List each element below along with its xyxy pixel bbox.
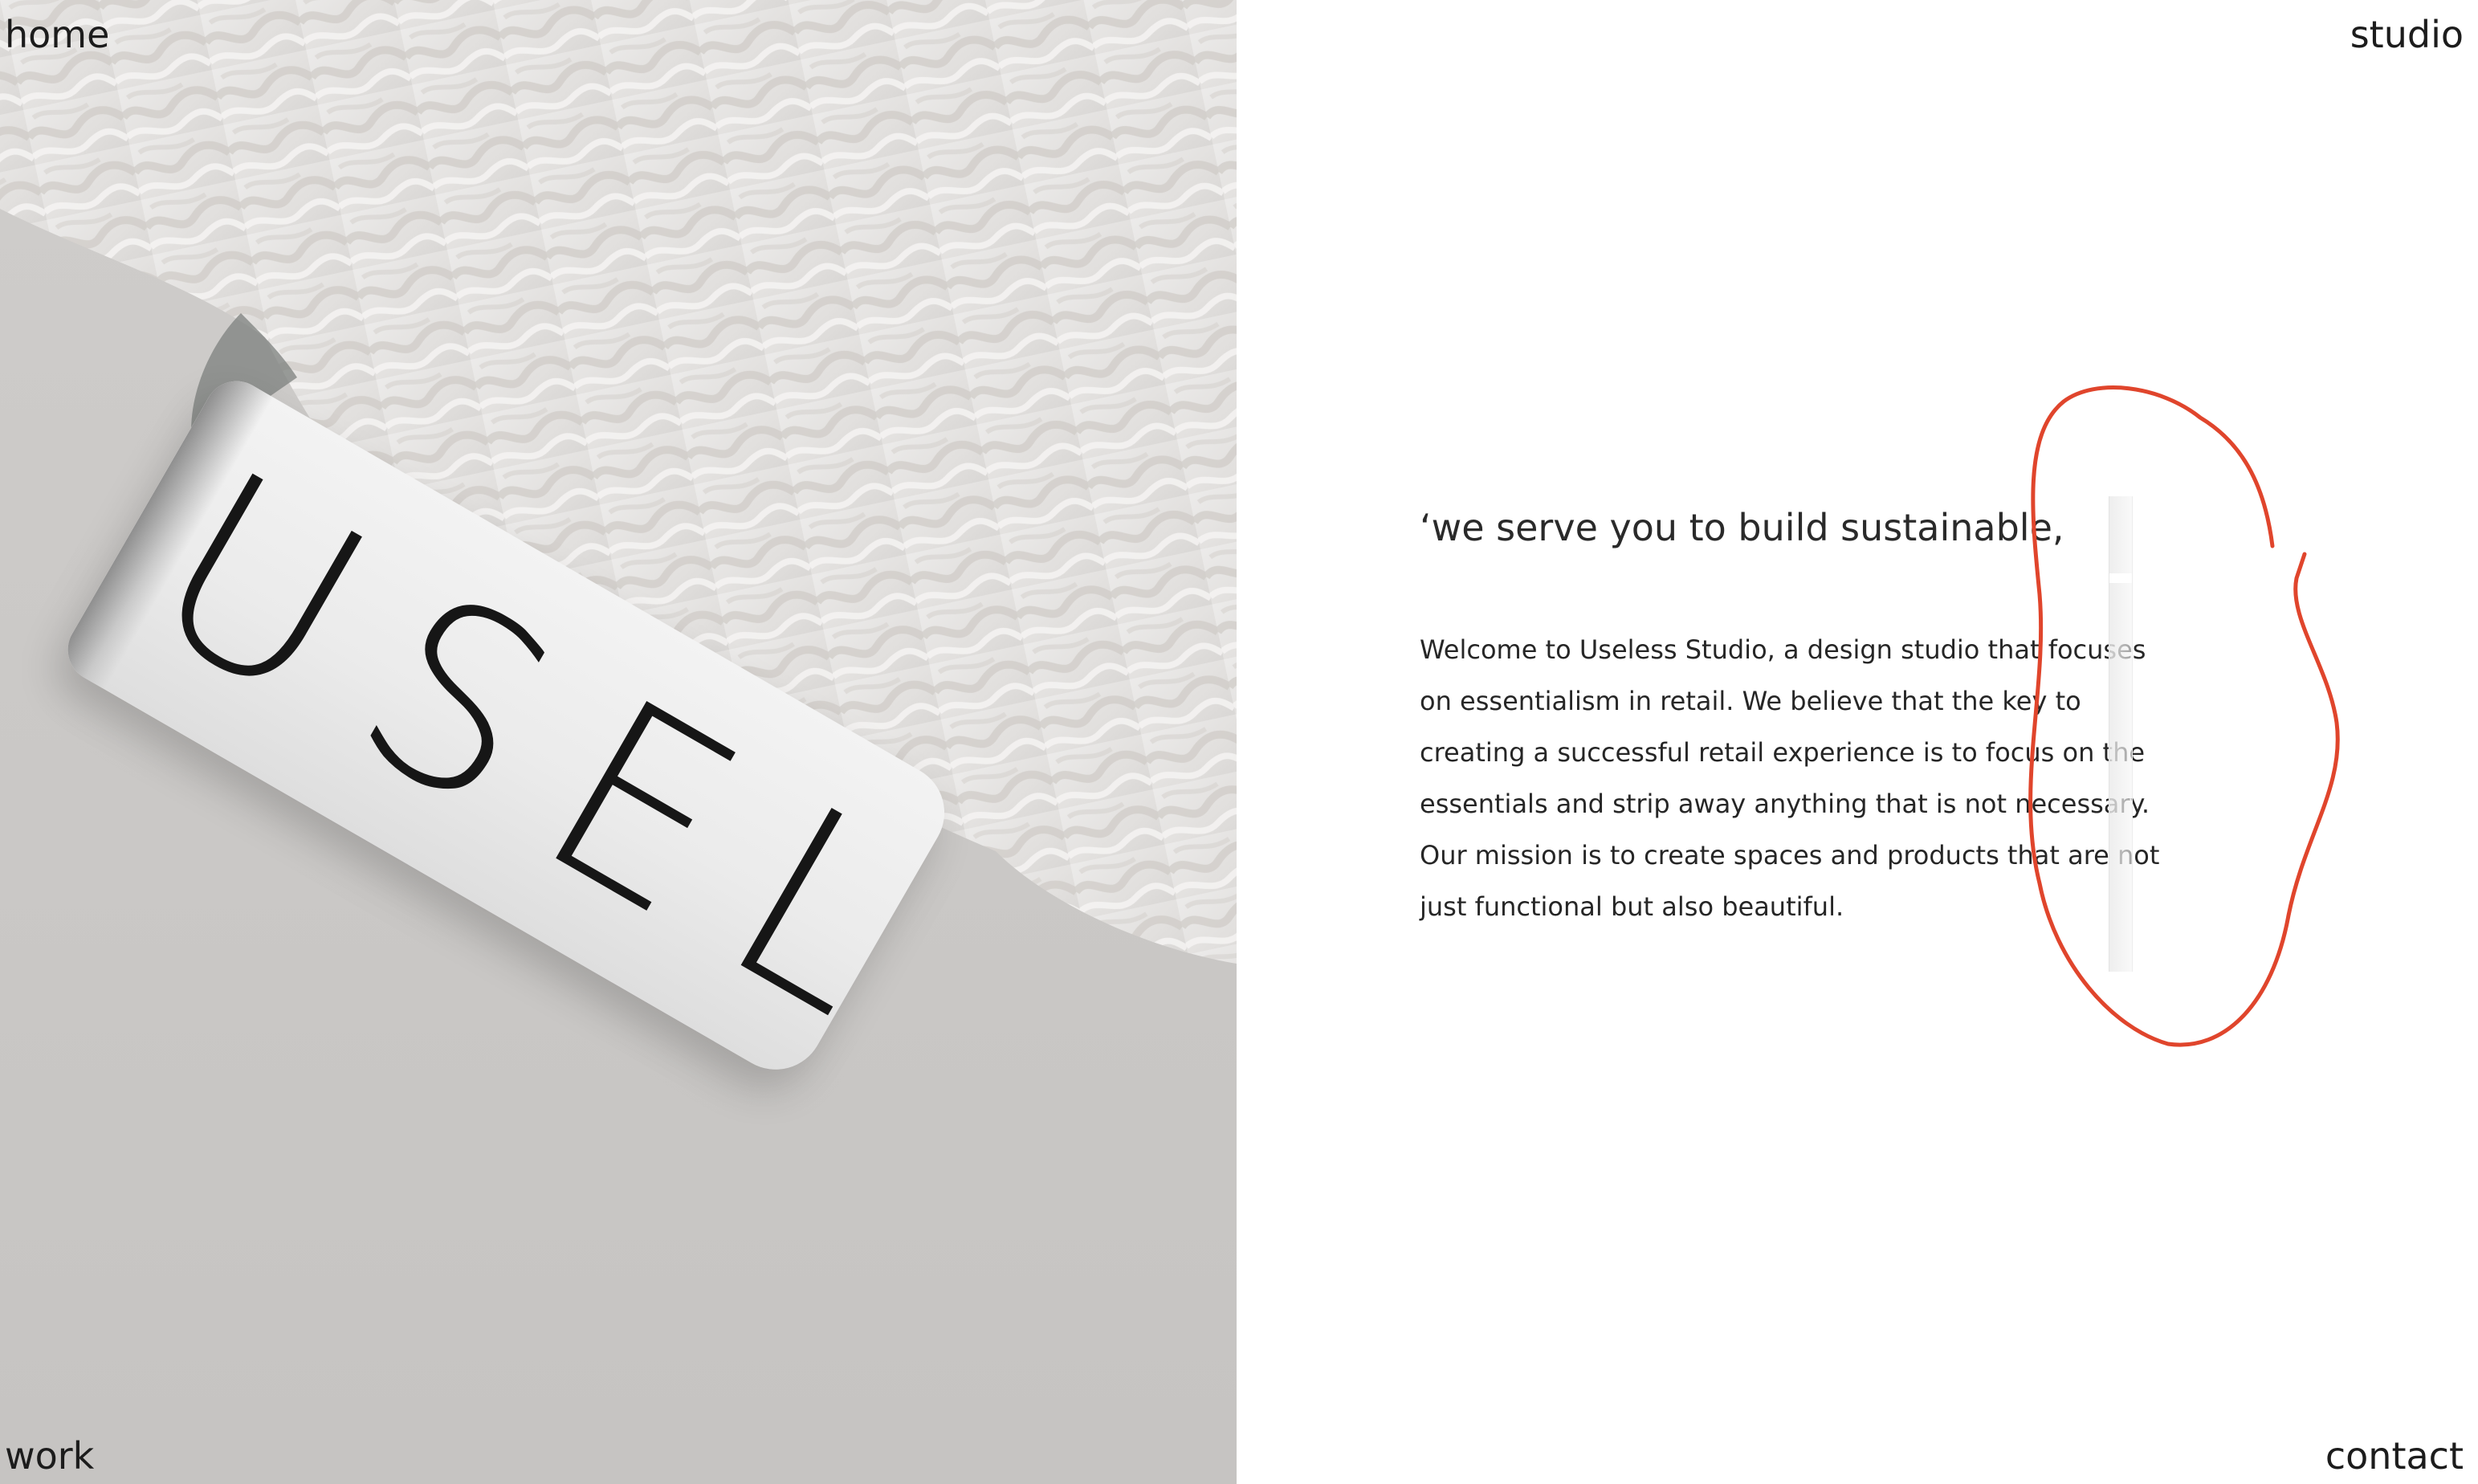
intro-paragraph: Welcome to Useless Studio, a design stud… <box>1420 624 2160 932</box>
nav-home-link[interactable]: home <box>5 16 109 53</box>
intro-line: Our mission is to create spaces and prod… <box>1420 840 2160 871</box>
intro-line: just functional but also beautiful. <box>1420 891 1844 923</box>
intro-line: Welcome to Useless Studio, a design stud… <box>1420 634 2146 666</box>
intro-section: ‘we serve you to build sustainable, Welc… <box>1420 506 2160 932</box>
nav-studio-link[interactable]: studio <box>2350 16 2464 53</box>
tagline: ‘we serve you to build sustainable, <box>1420 506 2064 549</box>
nav-work-link[interactable]: work <box>5 1437 94 1474</box>
intro-line: creating a successful retail experience … <box>1420 737 2146 768</box>
hero-image: USELESS <box>0 0 1237 1484</box>
intro-line: essentials and strip away anything that … <box>1420 789 2150 820</box>
intro-line: on essentialism in retail. We believe th… <box>1420 686 2081 717</box>
nav-contact-link[interactable]: contact <box>2325 1437 2464 1474</box>
scroll-indicator-gap <box>2109 573 2132 583</box>
scroll-indicator[interactable] <box>2109 496 2133 972</box>
